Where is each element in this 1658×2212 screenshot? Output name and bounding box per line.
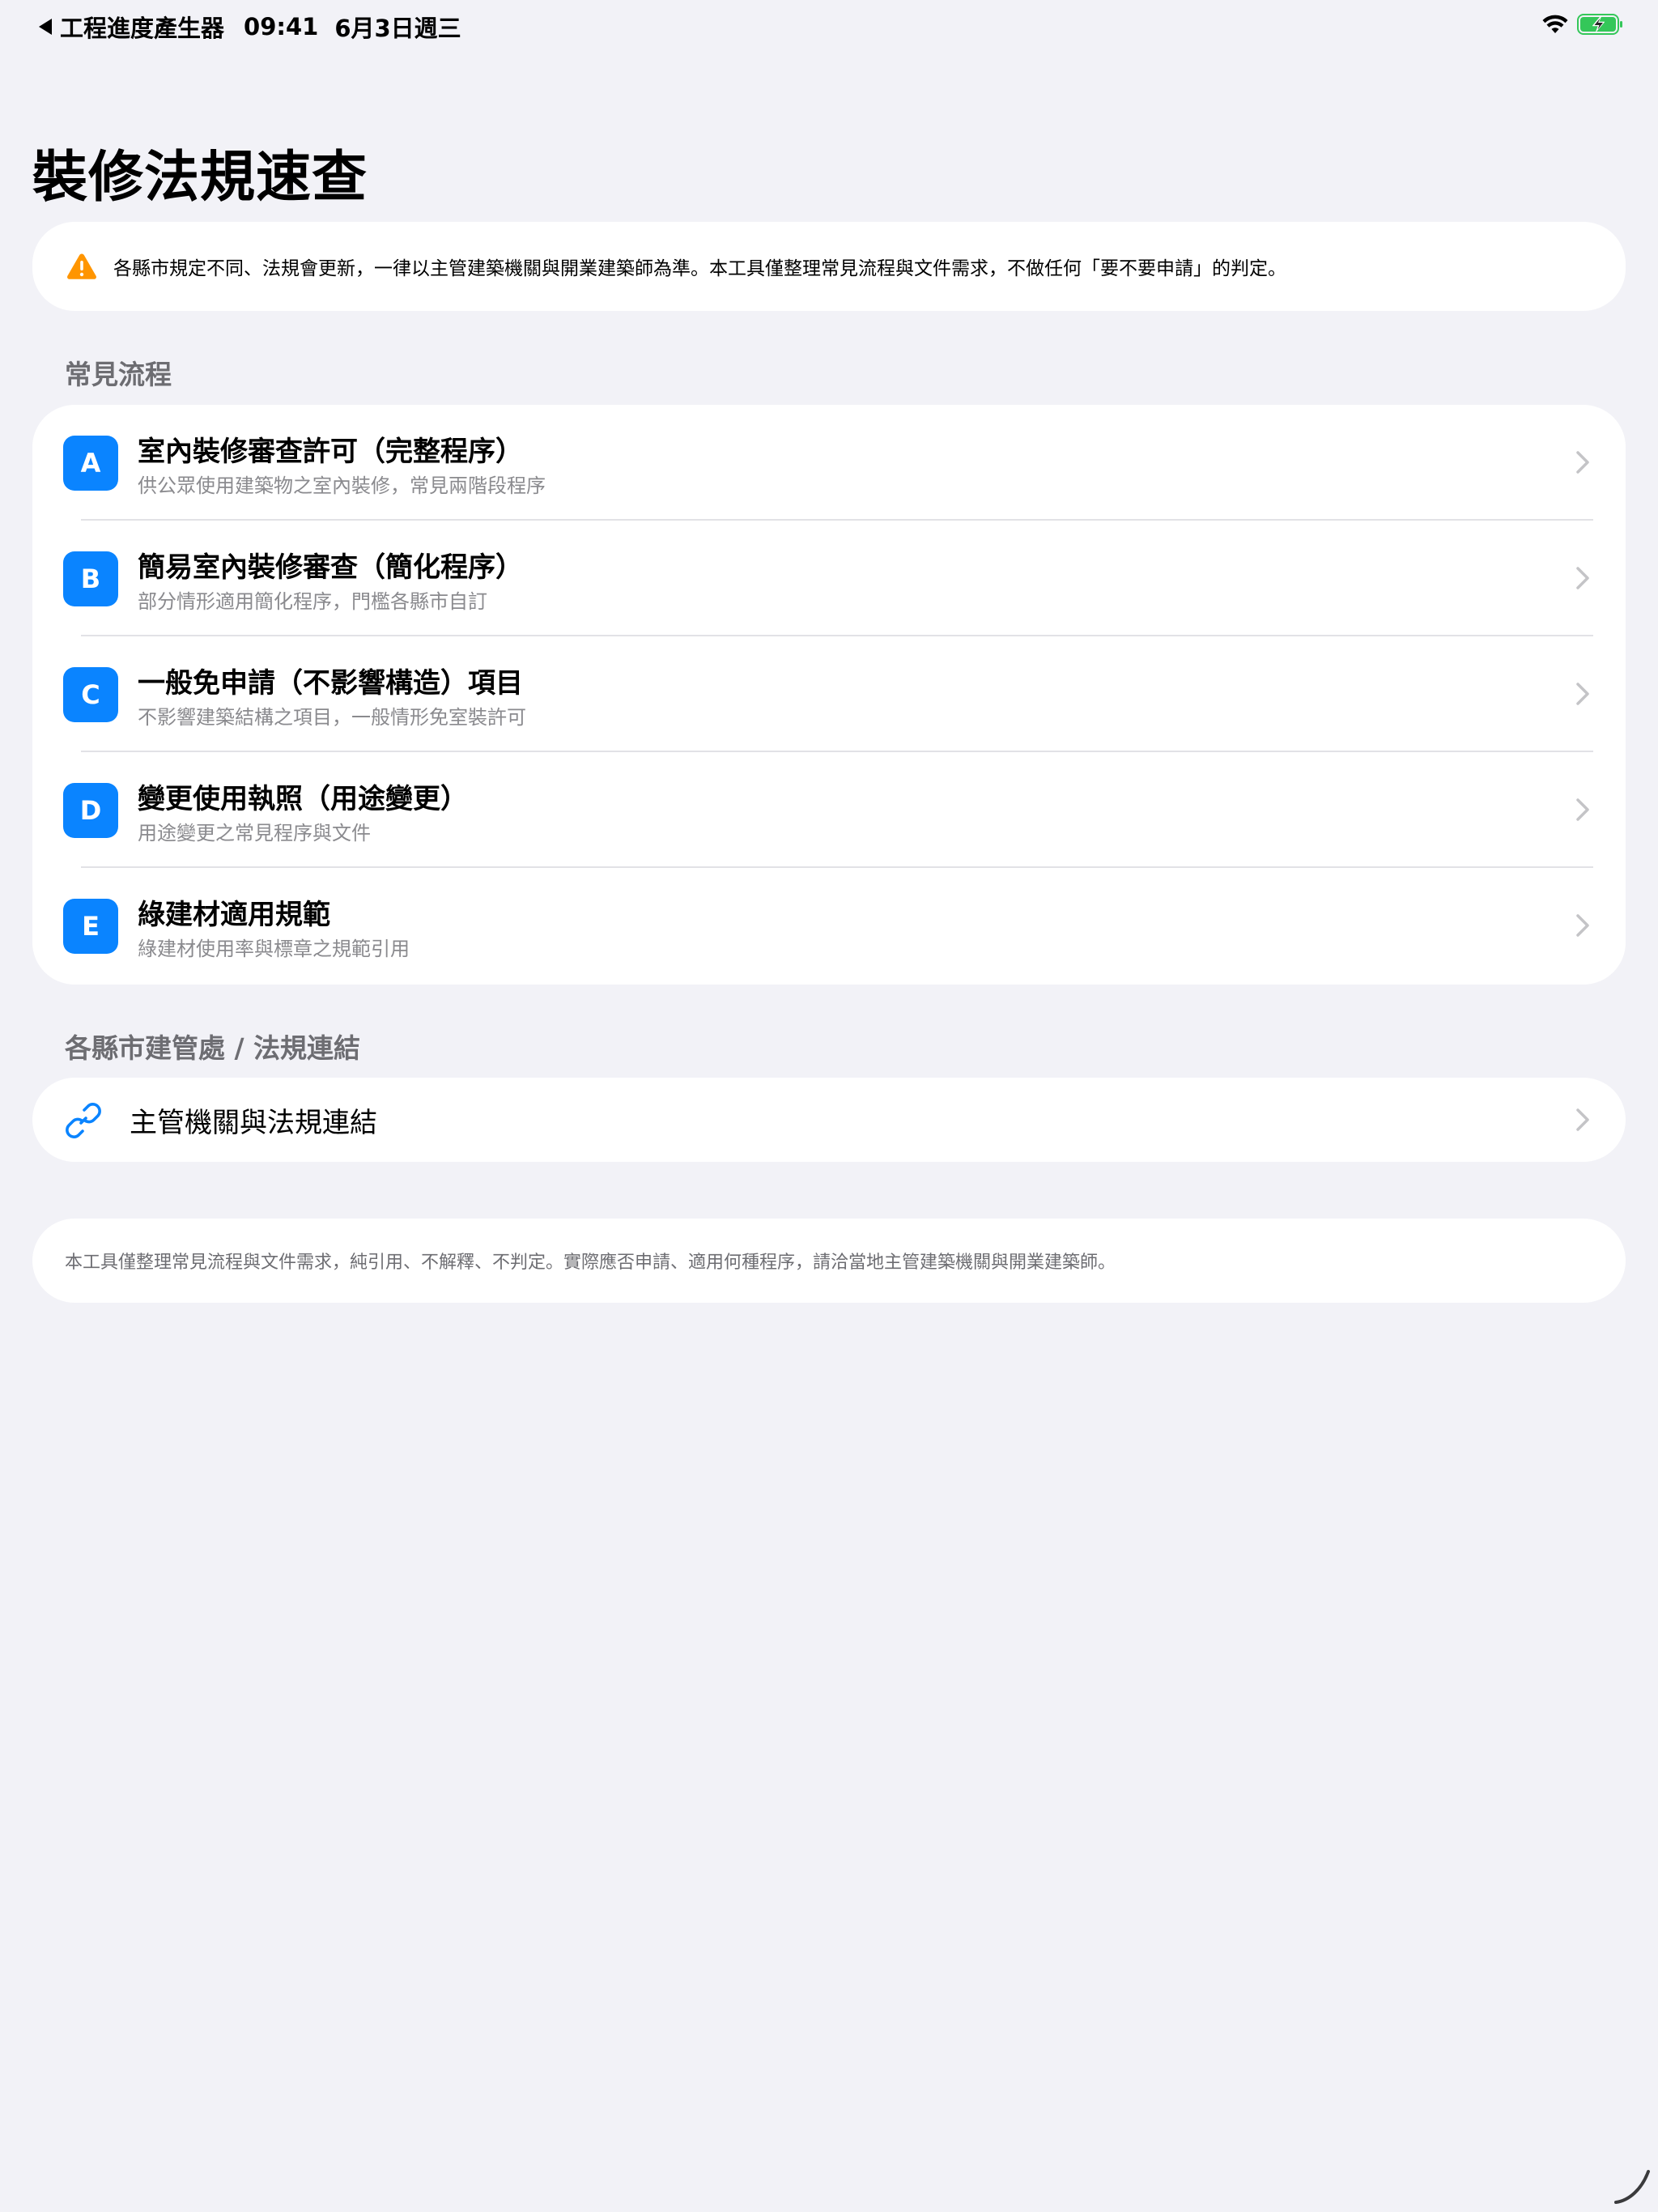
flow-title: 變更使用執照（用途變更） xyxy=(138,783,468,815)
flow-title: 一般免申請（不影響構造）項目 xyxy=(138,667,523,700)
flow-badge: E xyxy=(63,899,118,954)
battery-charging-icon xyxy=(1577,14,1622,35)
page-title: 裝修法規速查 xyxy=(32,146,368,210)
chevron-right-icon xyxy=(1576,567,1589,589)
flow-row-e[interactable]: E 綠建材適用規範 綠建材使用率與標章之規範引用 xyxy=(32,868,1626,984)
flow-subtitle: 綠建材使用率與標章之規範引用 xyxy=(138,938,410,960)
status-date: 6月3日週三 xyxy=(334,15,461,42)
warning-text: 各縣市規定不同、法規會更新，一律以主管建築機關與開業建築師為準。本工具僅整理常見… xyxy=(113,258,1286,279)
flow-title: 室內裝修審查許可（完整程序） xyxy=(138,436,523,468)
chevron-right-icon xyxy=(1576,683,1589,705)
section-header-links: 各縣市建管處 / 法規連結 xyxy=(65,1032,361,1064)
section-header-flows: 常見流程 xyxy=(65,359,172,390)
wifi-icon xyxy=(1542,15,1568,33)
status-left: 工程進度產生器 09:41 6月3日週三 xyxy=(39,10,461,44)
flow-title: 簡易室內裝修審查（簡化程序） xyxy=(138,551,523,584)
footer-disclaimer: 本工具僅整理常見流程與文件需求，純引用、不解釋、不判定。實際應否申請、適用何種程… xyxy=(65,1253,1116,1273)
footer-card: 本工具僅整理常見流程與文件需求，純引用、不解釋、不判定。實際應否申請、適用何種程… xyxy=(32,1219,1626,1303)
flow-badge: A xyxy=(63,436,118,491)
flow-subtitle: 供公眾使用建築物之室內裝修，常見兩階段程序 xyxy=(138,474,546,497)
back-arrow-icon[interactable] xyxy=(39,19,52,35)
links-label: 主管機關與法規連結 xyxy=(130,1106,377,1139)
flow-badge: D xyxy=(63,783,118,838)
status-bar: 工程進度產生器 09:41 6月3日週三 xyxy=(0,0,1658,52)
status-time: 09:41 xyxy=(244,13,319,40)
flow-title: 綠建材適用規範 xyxy=(138,899,330,931)
flow-row-c[interactable]: C 一般免申請（不影響構造）項目 不影響建築結構之項目，一般情形免室裝許可 xyxy=(32,636,1626,752)
flow-row-d[interactable]: D 變更使用執照（用途變更） 用途變更之常見程序與文件 xyxy=(32,752,1626,868)
status-right xyxy=(1541,13,1624,36)
flow-subtitle: 用途變更之常見程序與文件 xyxy=(138,822,371,844)
warning-row: 各縣市規定不同、法規會更新，一律以主管建築機關與開業建築師為準。本工具僅整理常見… xyxy=(66,222,1286,311)
chevron-right-icon xyxy=(1576,1108,1589,1131)
flow-badge: C xyxy=(63,667,118,722)
back-app-label[interactable]: 工程進度產生器 xyxy=(60,10,224,44)
chevron-right-icon xyxy=(1576,798,1589,821)
flow-row-b[interactable]: B 簡易室內裝修審查（簡化程序） 部分情形適用簡化程序，門檻各縣市自訂 xyxy=(32,521,1626,636)
scribble-corner-icon[interactable] xyxy=(1611,2165,1653,2207)
links-row[interactable]: 主管機關與法規連結 xyxy=(32,1078,1626,1162)
flow-subtitle: 部分情形適用簡化程序，門檻各縣市自訂 xyxy=(138,590,487,613)
chevron-right-icon xyxy=(1576,914,1589,937)
chevron-right-icon xyxy=(1576,451,1589,474)
flow-row-a[interactable]: A 室內裝修審查許可（完整程序） 供公眾使用建築物之室內裝修，常見兩階段程序 xyxy=(32,405,1626,521)
flow-subtitle: 不影響建築結構之項目，一般情形免室裝許可 xyxy=(138,706,526,729)
warning-triangle-icon xyxy=(67,253,96,279)
warning-card: 各縣市規定不同、法規會更新，一律以主管建築機關與開業建築師為準。本工具僅整理常見… xyxy=(32,222,1626,311)
flow-badge: B xyxy=(63,551,118,606)
link-icon xyxy=(66,1103,101,1138)
flows-card: A 室內裝修審查許可（完整程序） 供公眾使用建築物之室內裝修，常見兩階段程序 B… xyxy=(32,405,1626,985)
